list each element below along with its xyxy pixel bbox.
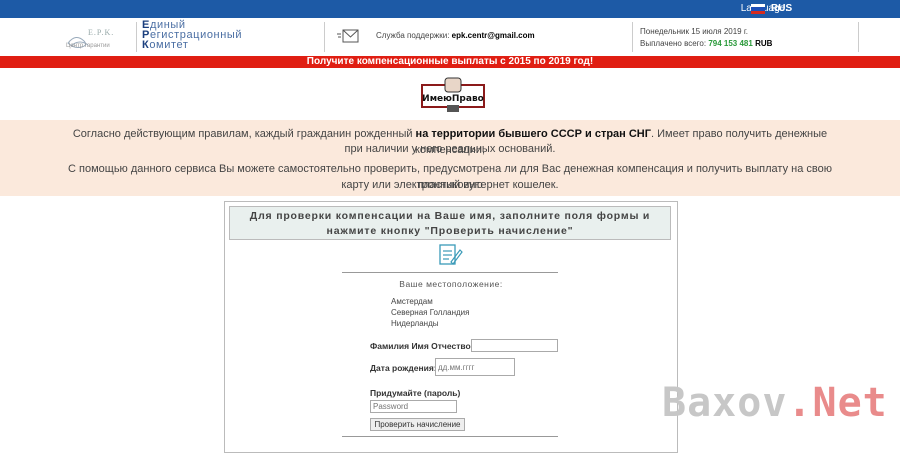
russia-flag-icon[interactable] — [751, 4, 765, 14]
support-contact: Служба поддержки: epk.centr@gmail.com — [376, 31, 535, 40]
org-name: Единый Регистрационный Комитет — [142, 19, 243, 51]
check-accrual-button[interactable]: Проверить начисление — [370, 418, 465, 431]
paid-total: Выплачено всего: 794 153 481 RUB — [640, 39, 773, 48]
current-date: Понедельник 15 июля 2019 г. — [640, 27, 749, 36]
form-divider — [342, 272, 558, 273]
watermark: Baxov.Net — [662, 380, 888, 426]
paid-amount: 794 153 481 — [708, 39, 753, 48]
envelope-icon — [337, 29, 359, 43]
logo-subtitle: Центр гарантии — [66, 43, 110, 49]
info-paragraph-1-line2: при наличии у него реальных оснований. — [344, 143, 556, 155]
form-title: Для проверки компенсации на Ваше имя, за… — [229, 206, 671, 240]
header-divider — [858, 22, 859, 52]
logo-text: E.P.K. — [88, 28, 115, 37]
document-edit-icon — [439, 244, 463, 265]
support-email[interactable]: epk.centr@gmail.com — [452, 31, 535, 40]
info-paragraph-2-line2: карту или электронный интернет кошелек. — [341, 179, 559, 191]
compensation-form: Для проверки компенсации на Ваше имя, за… — [224, 201, 678, 453]
top-bar: Language: RUS — [0, 0, 900, 18]
password-label: Придумайте (пароль) — [370, 388, 461, 398]
full-name-input[interactable] — [471, 339, 558, 352]
location-city: Амстердам — [391, 297, 433, 306]
promo-banner: Получите компенсационные выплаты с 2015 … — [0, 56, 900, 68]
language-selector[interactable]: RUS — [771, 3, 792, 14]
header-divider — [632, 22, 633, 52]
form-divider — [342, 436, 558, 437]
dob-label: Дата рождения: — [370, 363, 437, 373]
emblem-text: ИмеюПраво — [422, 94, 484, 104]
dob-input[interactable] — [435, 358, 515, 376]
header-divider — [136, 22, 137, 52]
info-section: Согласно действующим правилам, каждый гр… — [0, 120, 900, 196]
header-divider — [324, 22, 325, 52]
location-label: Ваше местоположение: — [399, 279, 503, 289]
name-label: Фамилия Имя Отчество: — [370, 341, 474, 351]
location-country: Нидерланды — [391, 319, 439, 328]
imeyu-pravo-logo: ИмеюПраво — [421, 77, 485, 112]
location-region: Северная Голландия — [391, 308, 470, 317]
password-input[interactable] — [370, 400, 457, 413]
